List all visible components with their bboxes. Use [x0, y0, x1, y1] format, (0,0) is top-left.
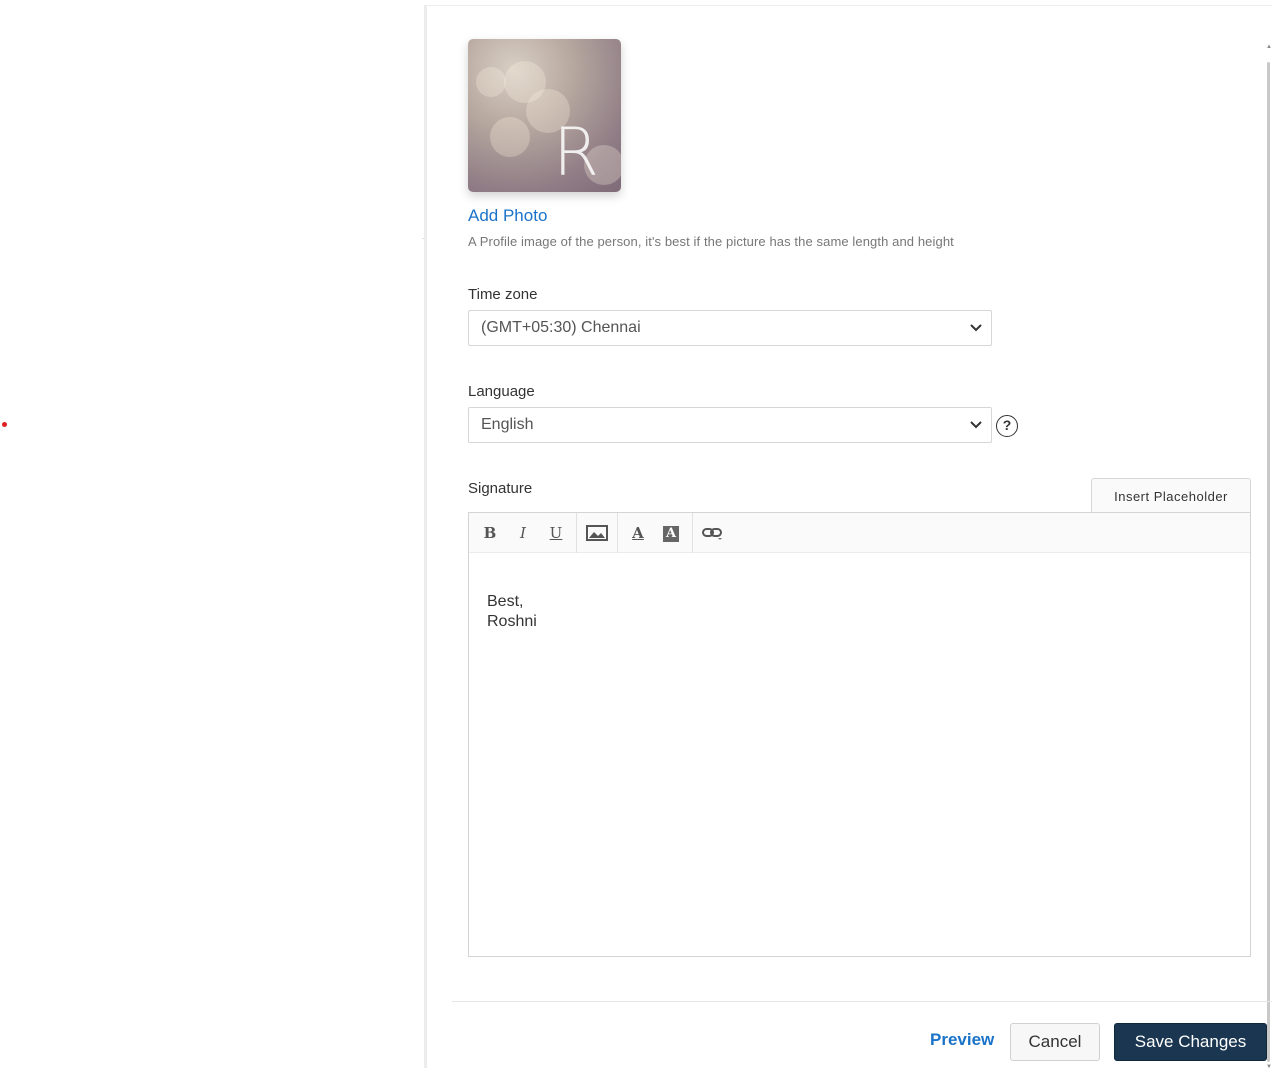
image-icon	[586, 525, 608, 541]
signature-text[interactable]: Best, Roshni	[487, 592, 537, 632]
red-dot-indicator	[2, 422, 7, 427]
help-icon[interactable]: ?	[996, 415, 1018, 437]
font-color-button[interactable]: A	[626, 521, 650, 545]
toolbar-separator	[692, 513, 693, 553]
left-blank-area	[0, 0, 424, 1068]
cancel-button[interactable]: Cancel	[1010, 1023, 1100, 1061]
insert-placeholder-button[interactable]: Insert Placeholder	[1091, 478, 1251, 513]
chevron-down-icon	[970, 324, 982, 332]
signature-editor: B I U A A Best, Roshni	[468, 512, 1251, 957]
insert-image-button[interactable]	[585, 521, 609, 545]
language-value: English	[481, 416, 534, 433]
bokeh-decoration	[476, 67, 506, 97]
highlight-icon: A	[663, 526, 679, 542]
photo-hint-text: A Profile image of the person, it's best…	[468, 234, 954, 249]
insert-link-button[interactable]	[701, 521, 725, 545]
bokeh-decoration	[490, 117, 530, 157]
avatar-initial: R	[553, 114, 599, 191]
timezone-select[interactable]: (GMT+05:30) Chennai	[468, 310, 992, 346]
signature-label: Signature	[468, 480, 533, 497]
highlight-color-button[interactable]: A	[659, 521, 683, 545]
add-photo-link[interactable]: Add Photo	[468, 206, 547, 226]
save-changes-button[interactable]: Save Changes	[1114, 1023, 1267, 1061]
link-icon	[702, 528, 722, 540]
scrollbar[interactable]: ▲ ▼	[1266, 36, 1272, 1072]
timezone-label: Time zone	[468, 286, 538, 303]
italic-button[interactable]: I	[511, 521, 535, 545]
preview-link[interactable]: Preview	[930, 1030, 994, 1050]
footer-divider	[452, 1001, 1272, 1002]
scroll-up-icon[interactable]: ▲	[1266, 44, 1272, 50]
signature-line: Best,	[487, 593, 524, 610]
bold-button[interactable]: B	[478, 521, 502, 545]
language-label: Language	[468, 383, 535, 400]
editor-toolbar: B I U A A	[469, 513, 1250, 553]
language-select[interactable]: English	[468, 407, 992, 443]
timezone-value: (GMT+05:30) Chennai	[481, 319, 641, 336]
chevron-down-icon	[970, 421, 982, 429]
underline-button[interactable]: U	[544, 521, 568, 545]
scrollbar-thumb[interactable]	[1267, 62, 1270, 1062]
toolbar-separator	[576, 513, 577, 553]
signature-line: Roshni	[487, 613, 537, 630]
scroll-down-icon[interactable]: ▼	[1266, 1064, 1272, 1070]
toolbar-separator	[617, 513, 618, 553]
avatar: R	[468, 39, 621, 192]
